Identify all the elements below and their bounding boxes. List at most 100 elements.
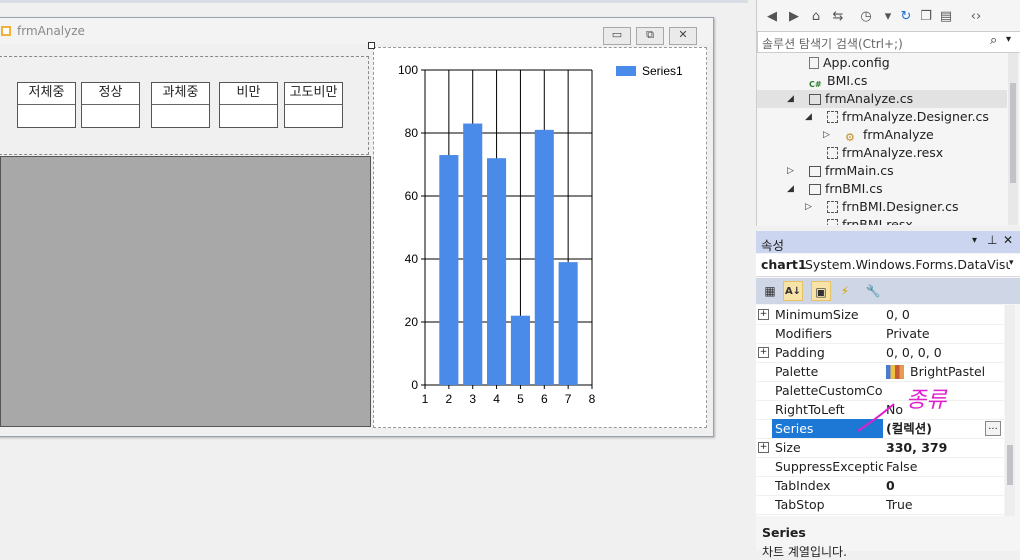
bmi-label-normal: 정상 [82, 83, 139, 105]
form-title: frmAnalyze [17, 24, 85, 38]
form-icon [1, 26, 11, 36]
scrollbar-thumb[interactable] [1010, 83, 1016, 183]
close-icon[interactable]: ✕ [1003, 233, 1013, 247]
resx-file-icon [827, 219, 838, 225]
form-title-bar: frmAnalyze ▭ ⧉ ✕ [0, 18, 713, 45]
property-row-padding[interactable]: + Padding 0, 0, 0, 0 [756, 343, 1004, 363]
property-row-minimumsize[interactable]: + MinimumSize 0, 0 [756, 305, 1004, 325]
property-row-suppressexceptions[interactable]: SuppressExceptionsFalse [756, 457, 1004, 477]
property-value[interactable]: 0, 0, 0, 0 [886, 343, 942, 362]
properties-icon[interactable]: ▣ [811, 281, 831, 301]
search-icon[interactable]: ⌕ [990, 33, 997, 48]
property-row-modifiers[interactable]: Modifiers Private [756, 324, 1004, 344]
property-value[interactable]: False [886, 457, 917, 476]
dropdown-arrow-icon[interactable]: ▾ [879, 8, 897, 26]
maximize-icon: ⧉ [646, 28, 654, 41]
x-tick-label: 3 [469, 392, 476, 406]
ellipsis-button[interactable]: ... [985, 421, 1001, 436]
handwritten-annotation: 종류 [857, 388, 948, 432]
categorized-icon[interactable]: ▦ [760, 281, 780, 301]
search-options-icon[interactable]: ▾ [1006, 34, 1011, 45]
chart1-control[interactable]: 0 20 40 60 80 100 1 2 3 4 5 6 7 8 Series1 [373, 47, 707, 428]
expand-icon[interactable]: + [758, 442, 769, 453]
object-selector[interactable]: chart1 System.Windows.Forms.DataVisualiz… [756, 254, 1020, 277]
bmi-box-overweight[interactable]: 과체중 [151, 82, 210, 128]
back-icon[interactable]: ◀ [763, 8, 781, 26]
switch-views-icon[interactable]: ⇆ [829, 8, 847, 26]
form-designer-surface: frmAnalyze ▭ ⧉ ✕ 저체중 정상 과체중 비만 고도비만 0 20 4… [0, 0, 748, 551]
refresh-icon[interactable]: ↻ [897, 8, 915, 26]
search-placeholder: 솔루션 탐색기 검색(Ctrl+;) [762, 37, 903, 51]
property-grid-scrollbar[interactable] [1005, 305, 1015, 516]
minimize-button[interactable]: ▭ [603, 27, 631, 45]
solution-explorer: ◀ ▶ ⌂ ⇆ ◷ ▾ ↻ ❐ ▤ ‹› 솔루션 탐색기 검색(Ctrl+;) … [756, 0, 1020, 226]
expand-icon[interactable]: + [758, 309, 769, 320]
maximize-button[interactable]: ⧉ [636, 27, 664, 45]
tree-item-frnbmi-resx[interactable]: frnBMI.resx [757, 216, 1007, 225]
property-value[interactable]: 0 [886, 476, 895, 495]
property-name: TabStop [775, 497, 825, 512]
gray-panel[interactable] [0, 156, 371, 427]
selection-handle[interactable] [368, 42, 375, 49]
y-tick-label: 20 [405, 315, 419, 329]
alphabetical-icon[interactable]: A↓ [783, 281, 803, 301]
code-view-icon[interactable]: ‹› [967, 8, 985, 26]
tree-item-app-config[interactable]: App.config [757, 54, 1007, 72]
property-value[interactable]: True [886, 495, 913, 514]
tree-item-bmi-cs[interactable]: C# BMI.cs [757, 72, 1007, 90]
scrollbar-thumb[interactable] [1007, 445, 1013, 485]
events-icon[interactable]: ⚡ [835, 281, 855, 301]
bmi-label-severely-obese: 고도비만 [285, 83, 342, 105]
legend-swatch [616, 66, 636, 76]
bar [510, 315, 530, 385]
object-name: chart1 [761, 257, 807, 272]
expanded-triangle-icon[interactable]: ◢ [787, 180, 794, 198]
property-value[interactable]: Private [886, 324, 930, 343]
tree-item-label: frmAnalyze.resx [842, 145, 944, 160]
property-value[interactable]: 0, 0 [886, 305, 910, 324]
x-tick-label: 6 [541, 392, 548, 406]
tree-item-label: frnBMI.resx [842, 217, 913, 225]
tree-item-frmanalyze-class[interactable]: ▷ ⚙ frmAnalyze [757, 126, 1007, 144]
bmi-box-severely-obese[interactable]: 고도비만 [284, 82, 343, 128]
bmi-box-normal[interactable]: 정상 [81, 82, 140, 128]
collapsed-triangle-icon[interactable]: ▷ [823, 126, 830, 144]
bmi-box-obese[interactable]: 비만 [219, 82, 278, 128]
tree-item-frmanalyze-designer[interactable]: ◢ frmAnalyze.Designer.cs [757, 108, 1007, 126]
tree-item-frmanalyze-resx[interactable]: frmAnalyze.resx [757, 144, 1007, 162]
tree-item-label: frnBMI.Designer.cs [842, 199, 959, 214]
expanded-triangle-icon[interactable]: ◢ [787, 90, 794, 108]
collapsed-triangle-icon[interactable]: ▷ [805, 198, 812, 216]
solution-explorer-toolbar: ◀ ▶ ⌂ ⇆ ◷ ▾ ↻ ❐ ▤ ‹› [757, 4, 1020, 28]
property-value[interactable]: 330, 379 [886, 438, 947, 457]
tree-item-label: frmAnalyze.cs [825, 91, 914, 106]
property-pages-icon[interactable]: 🔧 [863, 281, 883, 301]
expand-icon[interactable]: + [758, 347, 769, 358]
forward-icon[interactable]: ▶ [785, 8, 803, 26]
solution-explorer-scrollbar[interactable] [1008, 53, 1018, 225]
designer-file-icon [827, 201, 838, 213]
form-file-icon [809, 94, 821, 105]
tree-item-label: BMI.cs [827, 73, 868, 88]
property-row-tabstop[interactable]: TabStop True [756, 495, 1004, 515]
pin-icon[interactable]: ⊥ [987, 233, 997, 247]
x-tick-label: 8 [589, 392, 596, 406]
close-button[interactable]: ✕ [669, 27, 697, 45]
search-input[interactable]: 솔루션 탐색기 검색(Ctrl+;) ⌕ ▾ [757, 31, 1020, 53]
property-row-tabindex[interactable]: TabIndex 0 [756, 476, 1004, 496]
collapsed-triangle-icon[interactable]: ▷ [787, 162, 794, 180]
bmi-box-underweight[interactable]: 저체중 [17, 82, 76, 128]
home-icon[interactable]: ⌂ [807, 8, 825, 26]
tree-item-frmanalyze-cs[interactable]: ◢ frmAnalyze.cs [757, 90, 1007, 108]
property-row-size[interactable]: + Size 330, 379 [756, 438, 1004, 458]
history-icon[interactable]: ◷ [857, 8, 875, 26]
collapse-all-icon[interactable]: ❐ [917, 8, 935, 26]
show-all-files-icon[interactable]: ▤ [937, 8, 955, 26]
window-position-icon[interactable]: ▾ [972, 235, 977, 246]
tree-item-label: App.config [823, 55, 890, 70]
tree-item-frmmain-cs[interactable]: ▷ frmMain.cs [757, 162, 1007, 180]
tree-item-frnbmi-cs[interactable]: ◢ frnBMI.cs [757, 180, 1007, 198]
chevron-down-icon[interactable]: ▾ [1009, 258, 1014, 268]
tree-item-frnbmi-designer[interactable]: ▷ frnBMI.Designer.cs [757, 198, 1007, 216]
expanded-triangle-icon[interactable]: ◢ [805, 108, 812, 126]
